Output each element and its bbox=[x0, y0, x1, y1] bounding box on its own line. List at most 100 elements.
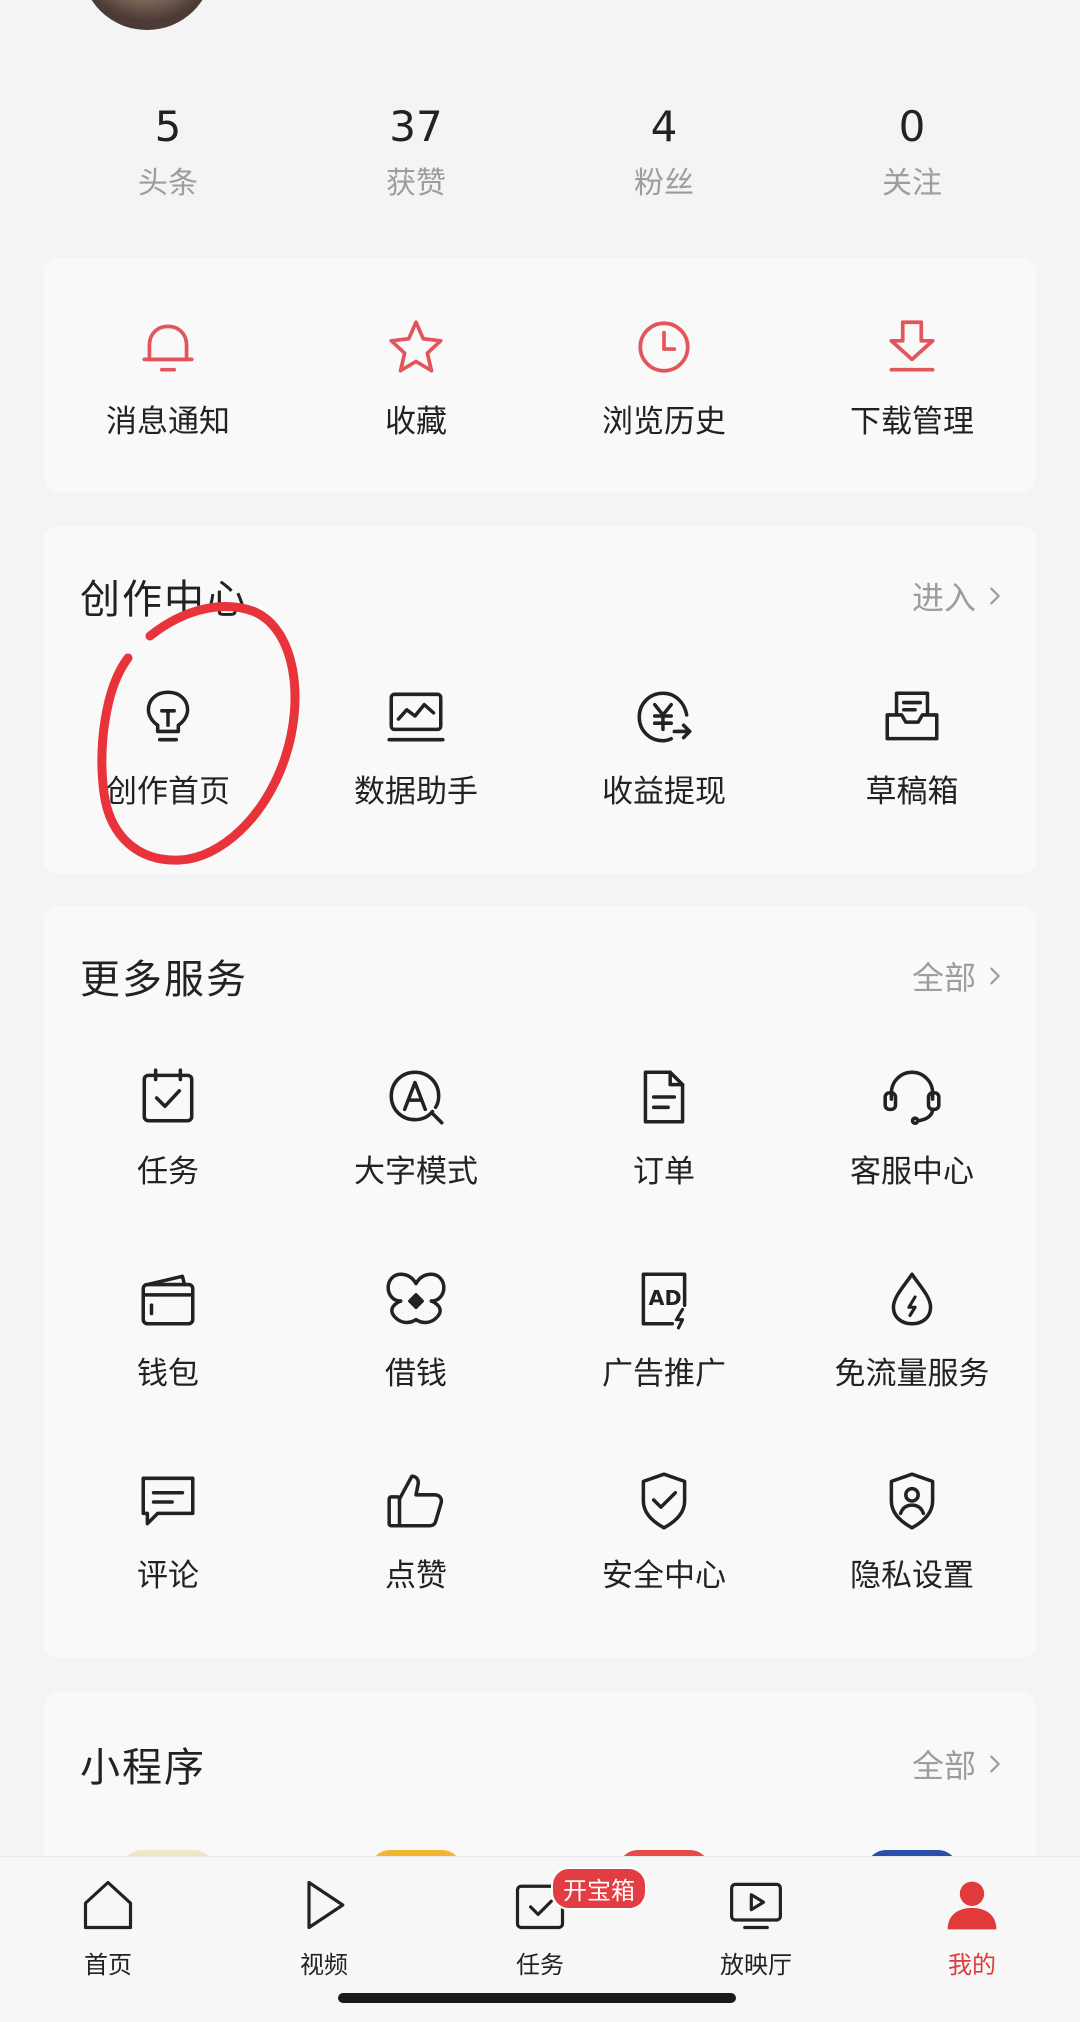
service-free-data[interactable]: 免流量服务 bbox=[788, 1264, 1036, 1393]
service-label: 任务 bbox=[137, 1154, 199, 1190]
profile-page: 5 头条 37 获赞 4 粉丝 0 关注 消息通知 收藏 浏览历史 下载管理 创… bbox=[0, 0, 1080, 2022]
nav-label: 我的 bbox=[948, 1951, 996, 1979]
nav-theater[interactable]: 放映厅 bbox=[648, 1857, 864, 1980]
service-wallet[interactable]: 钱包 bbox=[44, 1264, 292, 1393]
more-services-card: 更多服务 全部 任务 大字模式 订单 客服中心 钱包 借钱 AD 广告推广 免流… bbox=[44, 906, 1036, 1658]
service-security-center[interactable]: 安全中心 bbox=[540, 1466, 788, 1595]
quick-action-favorites[interactable]: 收藏 bbox=[292, 312, 540, 441]
quick-actions-grid: 消息通知 收藏 浏览历史 下载管理 bbox=[44, 312, 1036, 441]
draft-box-icon bbox=[877, 682, 947, 752]
shield-check-icon bbox=[629, 1466, 699, 1536]
link-label: 进入 bbox=[911, 579, 976, 617]
quick-action-label: 消息通知 bbox=[106, 404, 230, 440]
service-label: 借钱 bbox=[385, 1356, 447, 1392]
stat-label: 粉丝 bbox=[634, 166, 694, 201]
chevron-right-icon bbox=[990, 1755, 1000, 1773]
thumbs-up-icon bbox=[381, 1466, 451, 1536]
wallet-icon bbox=[133, 1264, 203, 1334]
service-comments[interactable]: 评论 bbox=[44, 1466, 292, 1595]
service-label: 点赞 bbox=[385, 1558, 447, 1594]
creator-data-assistant[interactable]: 数据助手 bbox=[292, 682, 540, 811]
service-label: 隐私设置 bbox=[850, 1558, 974, 1594]
service-label: 客服中心 bbox=[850, 1154, 974, 1190]
stat-label: 头条 bbox=[138, 166, 198, 201]
service-customer-support[interactable]: 客服中心 bbox=[788, 1062, 1036, 1191]
service-label: 评论 bbox=[137, 1558, 199, 1594]
tv-play-icon bbox=[726, 1875, 786, 1939]
service-label: 钱包 bbox=[137, 1356, 199, 1392]
nav-mine[interactable]: 我的 bbox=[864, 1857, 1080, 1980]
stat-value: 37 bbox=[389, 102, 443, 151]
more-services-header: 更多服务 全部 bbox=[80, 946, 1006, 1006]
service-likes[interactable]: 点赞 bbox=[292, 1466, 540, 1595]
bell-icon bbox=[133, 312, 203, 382]
service-privacy-settings[interactable]: 隐私设置 bbox=[788, 1466, 1036, 1595]
link-label: 全部 bbox=[911, 959, 976, 997]
service-label: 大字模式 bbox=[354, 1154, 478, 1190]
nav-tasks[interactable]: 任务 开宝箱 bbox=[432, 1857, 648, 1980]
quick-action-label: 浏览历史 bbox=[602, 404, 726, 440]
nav-label: 首页 bbox=[84, 1951, 132, 1979]
chevron-right-icon bbox=[990, 587, 1000, 605]
chevron-right-icon bbox=[990, 967, 1000, 985]
nav-label: 视频 bbox=[300, 1951, 348, 1979]
mini-programs-header: 小程序 全部 bbox=[80, 1734, 1006, 1794]
creator-item-label: 创作首页 bbox=[106, 774, 230, 810]
more-services-row-1: 任务 大字模式 订单 客服中心 bbox=[44, 1062, 1036, 1191]
stat-value: 0 bbox=[898, 102, 926, 151]
service-label: 免流量服务 bbox=[834, 1356, 990, 1392]
data-drop-icon bbox=[877, 1264, 947, 1334]
more-services-title: 更多服务 bbox=[80, 957, 248, 1003]
creator-center-enter-link[interactable]: 进入 bbox=[912, 573, 1006, 619]
stat-value: 4 bbox=[650, 102, 678, 151]
download-icon bbox=[877, 312, 947, 382]
more-services-all-link[interactable]: 全部 bbox=[912, 953, 1006, 999]
mini-programs-all-link[interactable]: 全部 bbox=[912, 1741, 1006, 1787]
nav-label: 任务 bbox=[516, 1951, 564, 1979]
stat-label: 获赞 bbox=[386, 166, 446, 201]
user-icon bbox=[942, 1875, 1002, 1939]
ad-icon: AD bbox=[629, 1264, 699, 1334]
service-large-font[interactable]: 大字模式 bbox=[292, 1062, 540, 1191]
nav-video[interactable]: 视频 bbox=[216, 1857, 432, 1980]
stat-followers[interactable]: 4 粉丝 bbox=[540, 98, 788, 202]
treasure-box-badge[interactable]: 开宝箱 bbox=[551, 1867, 647, 1910]
quick-action-downloads[interactable]: 下载管理 bbox=[788, 312, 1036, 441]
creator-item-label: 收益提现 bbox=[602, 774, 726, 810]
link-label: 全部 bbox=[911, 1747, 976, 1785]
home-indicator bbox=[338, 1993, 736, 2003]
creator-item-label: 数据助手 bbox=[354, 774, 478, 810]
yuan-withdraw-icon bbox=[629, 682, 699, 752]
creator-center-title: 创作中心 bbox=[80, 577, 248, 623]
creator-drafts[interactable]: 草稿箱 bbox=[788, 682, 1036, 811]
service-label: 广告推广 bbox=[602, 1356, 726, 1392]
creator-center-header: 创作中心 进入 bbox=[80, 566, 1006, 626]
task-calendar-icon bbox=[133, 1062, 203, 1132]
chart-monitor-icon bbox=[381, 682, 451, 752]
quick-action-notifications[interactable]: 消息通知 bbox=[44, 312, 292, 441]
service-label: 安全中心 bbox=[602, 1558, 726, 1594]
avatar[interactable] bbox=[82, 0, 212, 30]
stat-following[interactable]: 0 关注 bbox=[788, 98, 1036, 202]
service-ad-promotion[interactable]: AD 广告推广 bbox=[540, 1264, 788, 1393]
star-icon bbox=[381, 312, 451, 382]
quick-action-history[interactable]: 浏览历史 bbox=[540, 312, 788, 441]
service-orders[interactable]: 订单 bbox=[540, 1062, 788, 1191]
headset-icon bbox=[877, 1062, 947, 1132]
stat-headlines[interactable]: 5 头条 bbox=[44, 98, 292, 202]
service-loan[interactable]: 借钱 bbox=[292, 1264, 540, 1393]
creator-earnings-withdraw[interactable]: 收益提现 bbox=[540, 682, 788, 811]
creator-center-grid: 创作首页 数据助手 收益提现 草稿箱 bbox=[44, 682, 1036, 811]
stats-row: 5 头条 37 获赞 4 粉丝 0 关注 bbox=[44, 98, 1036, 202]
comment-icon bbox=[133, 1466, 203, 1536]
nav-home[interactable]: 首页 bbox=[0, 1857, 216, 1980]
quick-action-label: 收藏 bbox=[385, 404, 447, 440]
svg-text:AD: AD bbox=[649, 1286, 682, 1310]
creator-center-card: 创作中心 进入 创作首页 数据助手 收益提现 草稿箱 bbox=[44, 526, 1036, 874]
creator-home[interactable]: 创作首页 bbox=[44, 682, 292, 811]
stat-likes[interactable]: 37 获赞 bbox=[292, 98, 540, 202]
service-tasks[interactable]: 任务 bbox=[44, 1062, 292, 1191]
clock-icon bbox=[629, 312, 699, 382]
creator-item-label: 草稿箱 bbox=[865, 774, 959, 810]
order-document-icon bbox=[629, 1062, 699, 1132]
